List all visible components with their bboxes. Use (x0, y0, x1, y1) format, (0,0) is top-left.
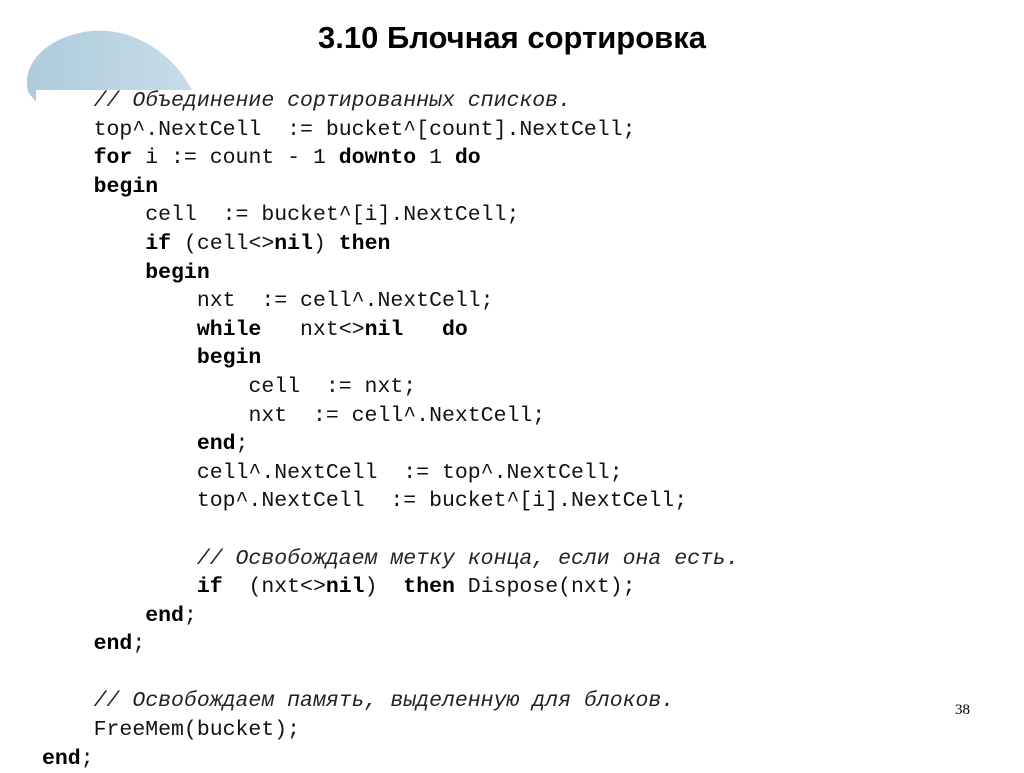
code-line: top^.NextCell := bucket^[i].NextCell; (42, 487, 739, 516)
code-text: ) (364, 575, 404, 600)
code-keyword: then (338, 231, 391, 256)
code-keyword: if (145, 231, 172, 256)
code-listing: // Объединение сортированных списков. to… (42, 87, 739, 773)
code-text: ; (80, 746, 94, 771)
code-text: cell := bucket^[i].NextCell; (145, 203, 520, 228)
code-line: end; (42, 630, 739, 659)
code-text: top^.NextCell := bucket^[count].NextCell… (93, 117, 636, 142)
code-line: cell^.NextCell := top^.NextCell; (42, 459, 739, 488)
code-text: cell^.NextCell := top^.NextCell; (196, 460, 623, 485)
code-text: top^.NextCell := bucket^[i].NextCell; (196, 489, 688, 514)
code-text: (nxt<> (222, 575, 326, 600)
code-line: nxt := cell^.NextCell; (42, 287, 739, 316)
code-keyword: end (196, 432, 236, 457)
code-line: if (cell<>nil) then (42, 230, 739, 259)
code-keyword: do (442, 317, 468, 342)
page-number: 38 (955, 702, 970, 718)
code-line: cell := bucket^[i].NextCell; (42, 201, 739, 230)
code-keyword: end (93, 632, 133, 657)
code-text: ) (312, 231, 339, 256)
code-line: end; (42, 602, 739, 631)
code-line: end; (42, 745, 739, 773)
code-text: ; (132, 632, 146, 657)
code-keyword: nil (364, 317, 404, 342)
code-keyword: if (196, 575, 223, 600)
code-keyword: downto (338, 146, 417, 171)
code-text: cell := nxt; (248, 374, 417, 399)
code-text: nxt<> (261, 317, 365, 342)
code-line: FreeMem(bucket); (42, 716, 739, 745)
code-text: FreeMem(bucket); (93, 718, 301, 743)
code-keyword: for (93, 146, 133, 171)
code-comment: // Освобождаем память, выделенную для бл… (93, 689, 675, 714)
code-line: // Объединение сортированных списков. (42, 87, 739, 116)
code-line: begin (42, 344, 739, 373)
code-line: begin (42, 173, 739, 202)
code-keyword: nil (325, 575, 365, 600)
code-keyword: do (454, 146, 481, 171)
code-keyword: then (403, 575, 455, 600)
code-line: if (nxt<>nil) then Dispose(nxt); (42, 573, 739, 602)
code-text: nxt := cell^.NextCell; (248, 403, 546, 428)
code-text: nxt := cell^.NextCell; (196, 289, 494, 314)
code-keyword: while (196, 317, 262, 342)
code-keyword: end (42, 746, 81, 771)
code-keyword: begin (93, 174, 159, 199)
code-comment: // Освобождаем метку конца, если она ест… (196, 546, 739, 571)
code-keyword: begin (196, 346, 262, 371)
code-text: Dispose(nxt); (454, 575, 636, 600)
code-text: (cell<> (171, 231, 275, 256)
code-line: for i := count - 1 downto 1 do (42, 144, 739, 173)
code-line: // Освобождаем память, выделенную для бл… (42, 687, 739, 716)
code-line: top^.NextCell := bucket^[count].NextCell… (42, 116, 739, 145)
code-line: end; (42, 430, 739, 459)
code-text: ; (183, 603, 197, 628)
code-text: 1 (416, 146, 455, 171)
code-line: nxt := cell^.NextCell; (42, 402, 739, 431)
code-line: begin (42, 259, 739, 288)
code-line: // Освобождаем метку конца, если она ест… (42, 545, 739, 574)
code-comment: // Объединение сортированных списков. (93, 89, 571, 113)
code-keyword: begin (145, 260, 210, 285)
code-keyword: nil (274, 231, 313, 256)
code-line: while nxt<>nil do (42, 316, 739, 345)
code-keyword: end (145, 603, 184, 628)
code-line: cell := nxt; (42, 373, 739, 402)
slide-title: 3.10 Блочная сортировка (318, 20, 706, 55)
code-text: ; (235, 432, 249, 457)
code-text: i := count - 1 (132, 146, 339, 171)
